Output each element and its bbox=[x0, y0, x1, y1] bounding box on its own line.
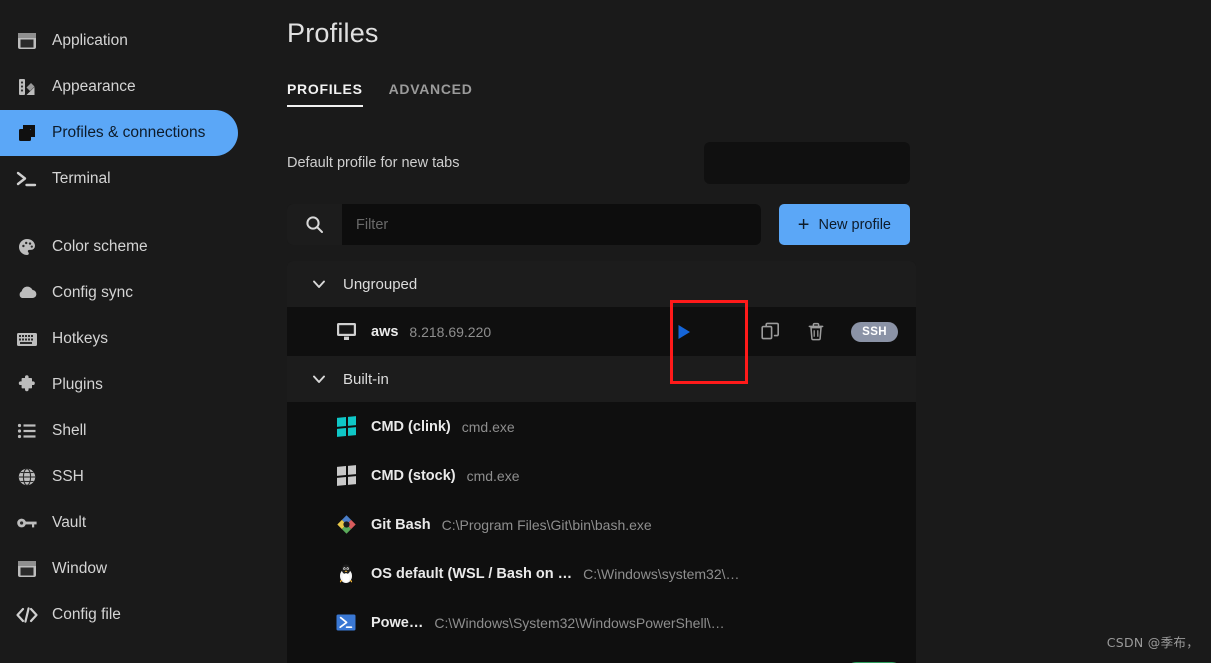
sidebar-item-shell[interactable]: Shell bbox=[0, 408, 238, 454]
sidebar-item-label: Config sync bbox=[52, 284, 133, 301]
tab-bar: PROFILES ADVANCED bbox=[287, 71, 1211, 107]
trash-icon[interactable] bbox=[805, 321, 827, 343]
windows-logo-grey-icon bbox=[335, 465, 357, 487]
settings-window: Application Appearance Profiles & connec… bbox=[0, 0, 1211, 663]
window-icon bbox=[14, 556, 40, 582]
chevron-down-icon bbox=[311, 371, 327, 387]
profile-command: C:\Program Files\Git\bin\bash.exe bbox=[441, 516, 652, 533]
sidebar-item-label: Plugins bbox=[52, 376, 103, 393]
group-name: Built-in bbox=[343, 370, 389, 388]
palette-swatch-icon bbox=[14, 74, 40, 100]
row-actions: SSH bbox=[673, 321, 902, 343]
list-toolbar: + New profile bbox=[287, 204, 1211, 245]
table-row[interactable]: CMD (stock) cmd.exe bbox=[287, 451, 916, 500]
key-icon bbox=[14, 510, 40, 536]
watermark: CSDN @季布， bbox=[1106, 635, 1199, 650]
sidebar-item-application[interactable]: Application bbox=[0, 18, 238, 64]
tab-profiles[interactable]: PROFILES bbox=[287, 81, 363, 107]
play-icon[interactable] bbox=[673, 321, 695, 343]
default-profile-row: Default profile for new tabs bbox=[287, 140, 1211, 186]
sidebar-item-label: Terminal bbox=[52, 170, 111, 187]
monitor-icon bbox=[335, 321, 357, 343]
sidebar-item-ssh[interactable]: SSH bbox=[0, 454, 238, 500]
sidebar-item-config-file[interactable]: Config file bbox=[0, 592, 238, 638]
profile-command: cmd.exe bbox=[466, 467, 520, 484]
group-header-ungrouped[interactable]: Ungrouped bbox=[287, 261, 916, 307]
puzzle-icon bbox=[14, 372, 40, 398]
profiles-icon bbox=[14, 120, 40, 146]
duplicate-icon[interactable] bbox=[759, 321, 781, 343]
profile-command: C:\Windows\System32\WindowsPowerShell\… bbox=[434, 614, 725, 631]
plus-icon: + bbox=[797, 213, 810, 236]
table-row[interactable]: Powe… C:\Windows\System32\WindowsPowerSh… bbox=[287, 598, 916, 647]
default-profile-select[interactable] bbox=[704, 142, 910, 184]
sidebar-item-profiles-and-connections[interactable]: Profiles & connections bbox=[0, 110, 238, 156]
table-row[interactable]: CMD (clink) cmd.exe bbox=[287, 402, 916, 451]
status-badge: SSH bbox=[851, 321, 898, 342]
tab-advanced[interactable]: ADVANCED bbox=[389, 81, 473, 107]
sidebar: Application Appearance Profiles & connec… bbox=[0, 0, 280, 663]
profile-name: CMD (clink) bbox=[371, 418, 451, 435]
sidebar-item-terminal[interactable]: Terminal bbox=[0, 156, 238, 202]
sidebar-item-label: Color scheme bbox=[52, 238, 148, 255]
table-row[interactable]: aws 8.218.69.220 SSH bbox=[287, 307, 916, 356]
sidebar-item-label: Hotkeys bbox=[52, 330, 108, 347]
git-bash-icon bbox=[335, 514, 357, 536]
sidebar-item-window[interactable]: Window bbox=[0, 546, 238, 592]
profile-command: cmd.exe bbox=[461, 418, 515, 435]
window-icon bbox=[14, 28, 40, 54]
group-header-built-in[interactable]: Built-in bbox=[287, 356, 916, 402]
profile-list: Ungrouped aws 8.218.69.220 SSH Built-in … bbox=[287, 261, 916, 663]
profile-host: 8.218.69.220 bbox=[409, 323, 492, 340]
windows-logo-teal-icon bbox=[335, 416, 357, 438]
sidebar-item-label: Config file bbox=[52, 606, 121, 623]
table-row[interactable]: Git Bash C:\Program Files\Git\bin\bash.e… bbox=[287, 500, 916, 549]
default-profile-label: Default profile for new tabs bbox=[287, 155, 460, 171]
profile-name: Git Bash bbox=[371, 516, 431, 533]
cloud-icon bbox=[14, 280, 40, 306]
profile-command: C:\Windows\system32\… bbox=[583, 565, 740, 582]
group-name: Ungrouped bbox=[343, 275, 418, 293]
sidebar-item-hotkeys[interactable]: Hotkeys bbox=[0, 316, 238, 362]
sidebar-item-label: Appearance bbox=[52, 78, 136, 95]
profile-name: OS default (WSL / Bash on … bbox=[371, 565, 573, 582]
main-content: Profiles PROFILES ADVANCED Default profi… bbox=[280, 0, 1211, 663]
sidebar-item-label: SSH bbox=[52, 468, 84, 485]
keyboard-icon bbox=[14, 326, 40, 352]
search-input[interactable] bbox=[342, 204, 761, 245]
table-row[interactable]: OS default (WSL / Bash on … C:\Windows\s… bbox=[287, 549, 916, 598]
page-title: Profiles bbox=[287, 18, 379, 48]
sidebar-item-vault[interactable]: Vault bbox=[0, 500, 238, 546]
sidebar-item-label: Vault bbox=[52, 514, 87, 531]
filter-searchbox bbox=[287, 204, 761, 245]
sidebar-item-label: Shell bbox=[52, 422, 87, 439]
terminal-prompt-icon bbox=[14, 166, 40, 192]
profile-name: Powe… bbox=[371, 614, 424, 631]
table-row[interactable]: Serial (标准端口类型) COM1 Serial bbox=[287, 647, 916, 663]
new-profile-label: New profile bbox=[818, 216, 891, 233]
sidebar-divider-gap bbox=[0, 202, 280, 224]
list-icon bbox=[14, 418, 40, 444]
palette-icon bbox=[14, 234, 40, 260]
sidebar-item-plugins[interactable]: Plugins bbox=[0, 362, 238, 408]
profile-name: aws bbox=[371, 323, 399, 340]
powershell-icon bbox=[335, 612, 357, 634]
new-profile-button[interactable]: + New profile bbox=[778, 204, 910, 245]
linux-penguin-icon bbox=[335, 563, 357, 585]
globe-icon bbox=[14, 464, 40, 490]
profile-name: CMD (stock) bbox=[371, 467, 456, 484]
sidebar-item-appearance[interactable]: Appearance bbox=[0, 64, 238, 110]
sidebar-item-color-scheme[interactable]: Color scheme bbox=[0, 224, 238, 270]
sidebar-item-label: Profiles & connections bbox=[52, 124, 206, 141]
code-icon bbox=[14, 602, 40, 628]
search-icon[interactable] bbox=[287, 204, 342, 245]
chevron-down-icon bbox=[311, 276, 327, 292]
sidebar-item-label: Window bbox=[52, 560, 108, 577]
sidebar-item-label: Application bbox=[52, 32, 128, 49]
sidebar-item-config-sync[interactable]: Config sync bbox=[0, 270, 238, 316]
